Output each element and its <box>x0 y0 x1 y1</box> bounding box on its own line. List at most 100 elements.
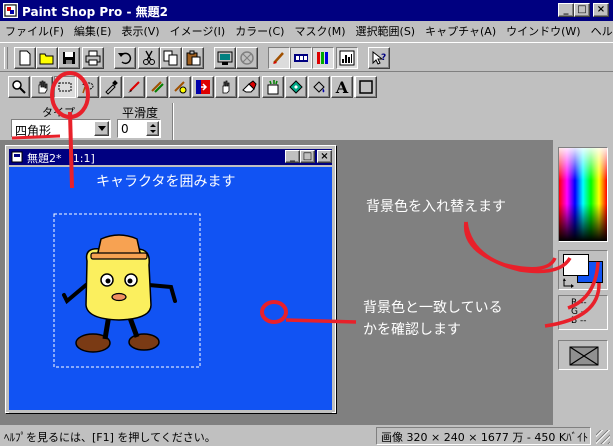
doc-maximize-button[interactable]: □ <box>300 150 315 163</box>
doc-minimize-button[interactable]: _ <box>285 150 300 163</box>
close-button[interactable]: × <box>593 3 609 17</box>
shape-tool-button[interactable] <box>355 76 377 98</box>
smoothing-spin-button[interactable] <box>146 121 159 136</box>
new-button[interactable] <box>14 47 36 69</box>
open-button[interactable] <box>36 47 58 69</box>
dropper-icon <box>105 80 118 95</box>
smoothing-value: 0 <box>121 122 129 136</box>
maximize-button[interactable]: □ <box>574 3 590 17</box>
print-icon <box>85 50 101 66</box>
app-icon[interactable] <box>3 3 18 18</box>
document-title-bar[interactable]: 無題2* [1:1] _ □ × <box>9 149 332 165</box>
smudge-tool[interactable] <box>215 76 237 98</box>
clone-tool[interactable] <box>146 76 168 98</box>
maximize-icon: □ <box>577 4 587 15</box>
cancel-capture-icon <box>240 51 254 65</box>
eraser-tool[interactable] <box>238 76 260 98</box>
transparent-color-box[interactable] <box>558 340 608 370</box>
lasso-tool[interactable] <box>77 76 99 98</box>
menu-color[interactable]: カラー(C) <box>230 23 289 39</box>
annotation-swap-background: 背景色を入れ替えます <box>366 199 506 215</box>
text-a-tool[interactable]: A <box>331 76 353 98</box>
minimize-button[interactable]: _ <box>558 3 574 17</box>
doc-close-button[interactable]: × <box>317 150 332 163</box>
help-pointer-button[interactable]: ? <box>368 47 390 69</box>
status-image-info-text: 画像 320 × 240 × 1677 万 - 450 Kﾊﾞｲﾄ <box>381 431 589 444</box>
minimize-icon: _ <box>563 4 569 15</box>
menu-file[interactable]: ファイル(F) <box>0 23 69 39</box>
brush-toggle-button[interactable] <box>268 47 290 69</box>
cut-button[interactable] <box>138 47 160 69</box>
annotation-check-match-2: かを確認します <box>363 322 461 338</box>
menu-view[interactable]: 表示(V) <box>116 23 164 39</box>
menu-capture[interactable]: キャプチャ(A) <box>420 23 501 39</box>
paste-icon <box>186 50 201 66</box>
save-icon <box>63 52 75 64</box>
color-replacer-tool[interactable] <box>169 76 191 98</box>
options-divider <box>172 103 174 140</box>
copy-icon <box>163 50 178 66</box>
paste-button[interactable] <box>182 47 204 69</box>
foreground-color-swatch[interactable] <box>563 254 589 276</box>
paintbrush-icon <box>128 81 140 93</box>
mouth <box>111 292 127 302</box>
lasso-icon <box>82 82 94 94</box>
undo-icon <box>118 52 132 65</box>
svg-text:?: ? <box>381 53 386 63</box>
menu-help[interactable]: ヘルプ(H) <box>586 23 613 39</box>
document-horizontal-scrollbar[interactable] <box>9 410 332 413</box>
cut-icon <box>143 50 155 65</box>
clone-icon <box>151 81 164 93</box>
paintbrush-tool[interactable] <box>123 76 145 98</box>
color-spectrum[interactable] <box>558 147 608 242</box>
swap-colors-icon[interactable] <box>563 278 575 288</box>
select-tool[interactable] <box>54 76 76 98</box>
image-canvas[interactable] <box>9 167 332 410</box>
tools-toolbar: A <box>0 73 385 101</box>
right-shoe <box>128 333 160 351</box>
capture-icon <box>217 51 233 65</box>
picture-tube-tool[interactable] <box>262 76 284 98</box>
hat-brim <box>90 252 148 260</box>
toolbar-toggle-icon <box>294 54 308 62</box>
palette-toggle-button[interactable] <box>312 47 334 69</box>
menu-mask[interactable]: マスク(M) <box>289 23 350 39</box>
copy-button[interactable] <box>160 47 182 69</box>
airbrush-icon <box>289 80 303 94</box>
retouch-icon <box>196 80 210 94</box>
resize-grip[interactable] <box>596 430 610 444</box>
print-button[interactable] <box>82 47 104 69</box>
doc-close-icon: × <box>320 150 329 162</box>
cancel-capture-button[interactable] <box>236 47 258 69</box>
new-icon <box>19 50 31 66</box>
menu-edit[interactable]: 編集(E) <box>69 23 117 39</box>
type-select[interactable]: 四角形 <box>11 119 111 138</box>
toolbar-grip[interactable] <box>4 47 8 69</box>
menu-selection[interactable]: 選択範囲(S) <box>351 23 421 39</box>
flood-fill-icon <box>313 81 325 93</box>
tool-options-bar: タイプ 四角形 平滑度 0 <box>0 103 172 140</box>
pan-tool[interactable] <box>31 76 53 98</box>
capture-button[interactable] <box>214 47 236 69</box>
smoothing-input[interactable]: 0 <box>117 119 161 138</box>
text-icon: A <box>335 77 349 97</box>
no-color-icon <box>569 346 599 366</box>
airbrush-tool[interactable] <box>285 76 307 98</box>
flood-fill-tool[interactable] <box>308 76 330 98</box>
brush-toggle-icon <box>273 52 284 64</box>
save-button[interactable] <box>58 47 80 69</box>
toolbar-toggle-button[interactable] <box>290 47 312 69</box>
type-dropdown-button[interactable] <box>94 121 109 136</box>
retouch-tool[interactable] <box>192 76 214 98</box>
zoom-tool[interactable] <box>8 76 30 98</box>
chevron-down-icon <box>97 126 106 131</box>
main-toolbar: ? <box>0 42 613 72</box>
dropper-tool[interactable] <box>100 76 122 98</box>
left-arm <box>62 283 88 305</box>
menu-image[interactable]: イメージ(I) <box>165 23 231 39</box>
undo-button[interactable] <box>114 47 136 69</box>
histogram-button[interactable] <box>336 47 358 69</box>
rgb-readout: R -- G -- B -- <box>558 295 608 330</box>
menu-window[interactable]: ウインドウ(W) <box>501 23 585 39</box>
right-arm <box>147 283 177 303</box>
